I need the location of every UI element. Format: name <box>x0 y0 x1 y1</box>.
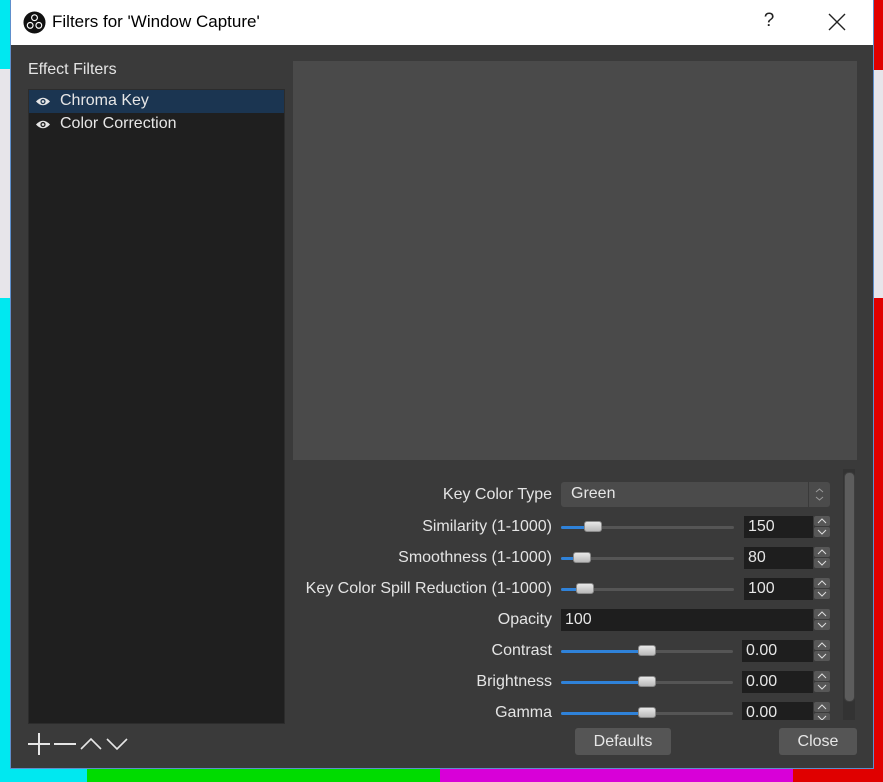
key-color-type-value: Green <box>571 485 616 502</box>
gamma-slider[interactable] <box>561 707 733 719</box>
spill-reduction-value[interactable]: 100 <box>748 580 775 598</box>
defaults-button[interactable]: Defaults <box>575 728 671 755</box>
similarity-label: Similarity (1-1000) <box>422 518 552 535</box>
similarity-stepper[interactable] <box>814 516 830 538</box>
filter-properties: Key Color Type Green Similarity (1-1000)… <box>293 468 857 720</box>
step-up-button[interactable] <box>814 578 830 588</box>
step-up-button[interactable] <box>814 640 830 650</box>
filter-item-chroma-key[interactable]: Chroma Key <box>29 90 284 113</box>
filters-dialog: Filters for 'Window Capture' ? Effect Fi… <box>10 0 874 769</box>
backdrop-bottom-green <box>87 769 440 782</box>
smoothness-spinbox[interactable]: 80 <box>744 547 813 569</box>
help-button[interactable]: ? <box>761 10 777 32</box>
backdrop-bottom-red <box>793 769 883 782</box>
brightness-stepper[interactable] <box>814 671 830 693</box>
slider-handle[interactable] <box>638 707 656 718</box>
step-down-button[interactable] <box>814 682 830 692</box>
contrast-value[interactable]: 0.00 <box>746 642 777 660</box>
opacity-label: Opacity <box>497 611 552 628</box>
gamma-spinbox[interactable]: 0.00 <box>742 702 813 720</box>
chevron-down-icon[interactable] <box>106 733 128 755</box>
spill-reduction-spinbox[interactable]: 100 <box>744 578 813 600</box>
eye-icon[interactable] <box>35 96 51 107</box>
key-color-type-select[interactable]: Green <box>561 482 830 507</box>
brightness-label: Brightness <box>476 673 552 690</box>
contrast-spinbox[interactable]: 0.00 <box>742 640 813 662</box>
title-bar[interactable]: Filters for 'Window Capture' ? <box>11 0 873 45</box>
slider-handle[interactable] <box>584 521 603 532</box>
backdrop-red-top <box>873 0 883 70</box>
backdrop-red-bottom <box>873 298 883 782</box>
smoothness-slider[interactable] <box>561 552 734 564</box>
smoothness-value[interactable]: 80 <box>748 549 766 567</box>
slider-fill <box>561 650 647 653</box>
contrast-stepper[interactable] <box>814 640 830 662</box>
obs-logo-icon <box>23 11 46 34</box>
slider-handle[interactable] <box>638 645 656 656</box>
slider-handle[interactable] <box>638 676 656 687</box>
smoothness-stepper[interactable] <box>814 547 830 569</box>
filter-preview <box>293 61 857 460</box>
step-up-button[interactable] <box>814 671 830 681</box>
eye-icon[interactable] <box>35 119 51 130</box>
step-down-button[interactable] <box>814 558 830 568</box>
brightness-slider[interactable] <box>561 676 733 688</box>
opacity-stepper[interactable] <box>814 609 830 631</box>
dialog-title: Filters for 'Window Capture' <box>52 12 260 31</box>
chevron-up-icon[interactable] <box>80 733 102 755</box>
filter-name: Chroma Key <box>60 92 149 109</box>
effect-filters-heading: Effect Filters <box>28 61 117 78</box>
filter-name: Color Correction <box>60 115 177 132</box>
combo-arrows-icon[interactable] <box>808 482 830 507</box>
contrast-slider[interactable] <box>561 645 733 657</box>
filter-item-color-correction[interactable]: Color Correction <box>29 113 284 136</box>
step-up-button[interactable] <box>814 702 830 712</box>
gamma-label: Gamma <box>495 704 552 720</box>
backdrop-cyan-top <box>0 0 10 69</box>
step-down-button[interactable] <box>814 651 830 661</box>
brightness-spinbox[interactable]: 0.00 <box>742 671 813 693</box>
slider-fill <box>561 681 647 684</box>
contrast-label: Contrast <box>491 642 552 659</box>
scrollbar-thumb[interactable] <box>844 472 855 702</box>
minus-icon[interactable] <box>54 733 76 755</box>
similarity-slider[interactable] <box>561 521 734 533</box>
close-icon[interactable] <box>828 13 846 31</box>
gamma-value[interactable]: 0.00 <box>746 704 777 720</box>
key-color-type-label: Key Color Type <box>442 486 552 503</box>
close-button[interactable]: Close <box>779 728 857 755</box>
slider-fill <box>561 712 647 715</box>
step-down-button[interactable] <box>814 620 830 630</box>
gamma-stepper[interactable] <box>814 702 830 720</box>
spill-reduction-stepper[interactable] <box>814 578 830 600</box>
slider-handle[interactable] <box>576 583 595 594</box>
slider-handle[interactable] <box>573 552 592 563</box>
filter-list[interactable]: Chroma Key Color Correction <box>28 89 285 724</box>
step-down-button[interactable] <box>814 713 830 720</box>
step-up-button[interactable] <box>814 547 830 557</box>
similarity-value[interactable]: 150 <box>748 518 775 536</box>
smoothness-label: Smoothness (1-1000) <box>398 549 552 566</box>
properties-scrollbar[interactable] <box>843 469 855 720</box>
backdrop-bottom-cyan <box>0 769 87 782</box>
brightness-value[interactable]: 0.00 <box>746 673 777 691</box>
step-down-button[interactable] <box>814 589 830 599</box>
backdrop-bottom-magenta <box>440 769 793 782</box>
plus-icon[interactable] <box>28 733 50 755</box>
step-up-button[interactable] <box>814 516 830 526</box>
opacity-value[interactable]: 100 <box>565 611 592 629</box>
step-down-button[interactable] <box>814 527 830 537</box>
opacity-spinbox[interactable]: 100 <box>561 609 813 631</box>
backdrop-cyan-bottom <box>0 298 10 782</box>
spill-reduction-label: Key Color Spill Reduction (1-1000) <box>305 580 552 597</box>
similarity-spinbox[interactable]: 150 <box>744 516 813 538</box>
step-up-button[interactable] <box>814 609 830 619</box>
spill-reduction-slider[interactable] <box>561 583 734 595</box>
